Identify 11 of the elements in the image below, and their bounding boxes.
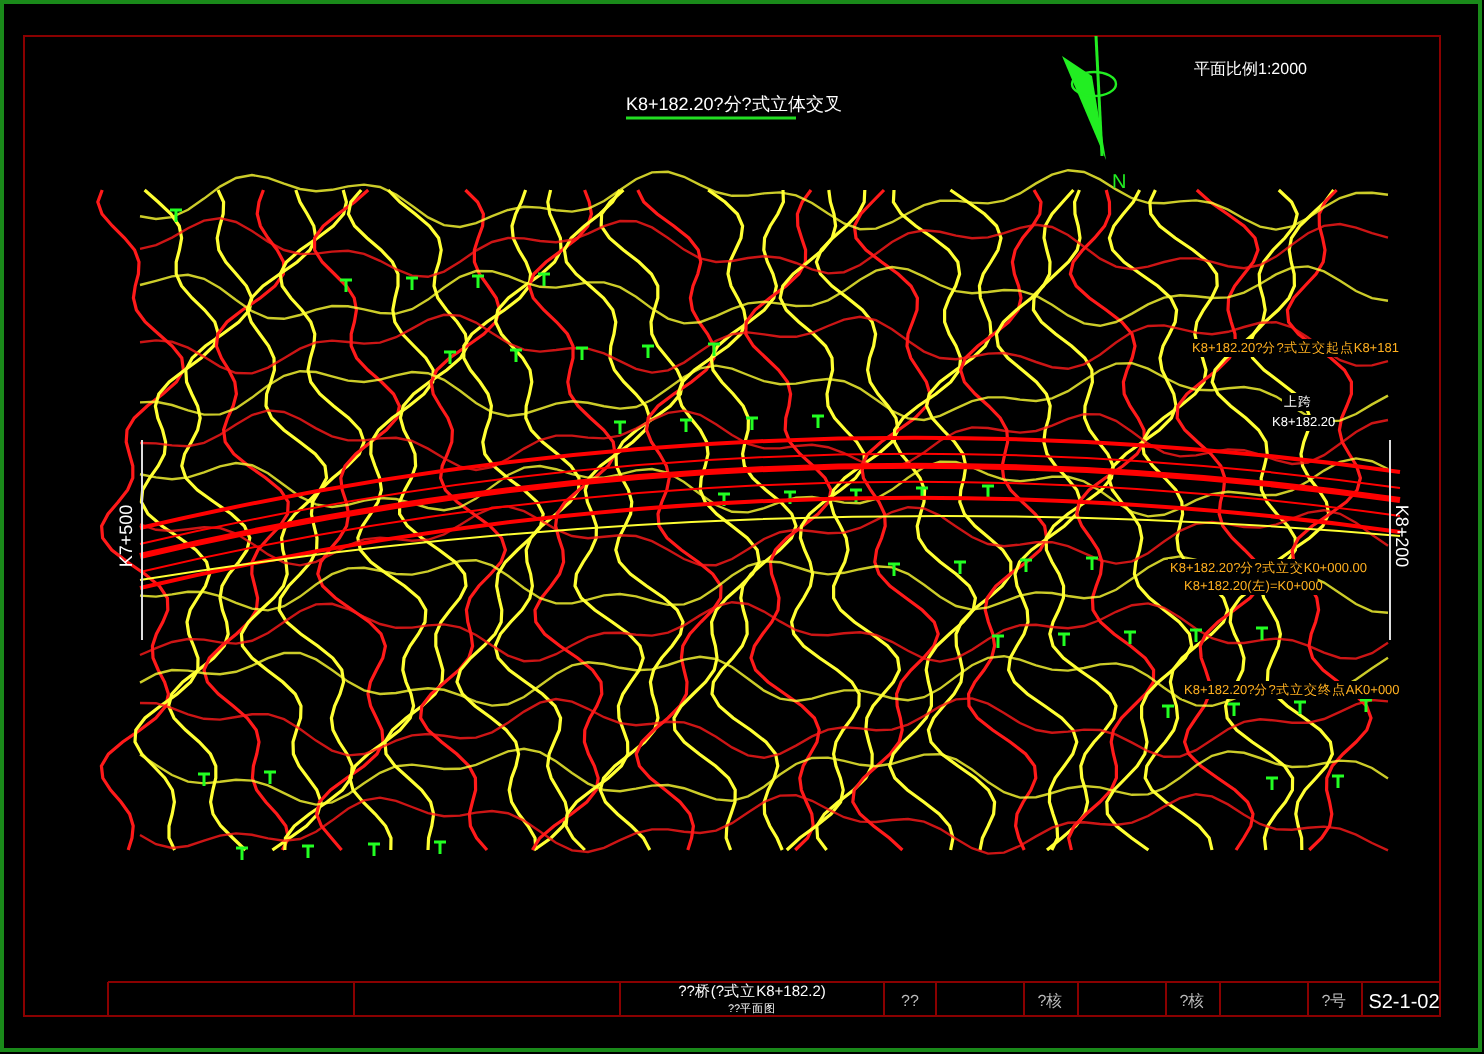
drawing-title: K8+182.20?分?式立体交叉 [626,94,842,114]
north-arrow-icon [1062,35,1118,160]
north-label: N [1112,172,1127,194]
title-block-label: ?核 [1179,992,1205,1010]
station-label: K8+200 [1392,504,1412,568]
title-block-label: ?核 [1037,992,1063,1010]
title-block-label: ?号 [1321,992,1347,1010]
scale-note: 平面比例1:2000 [1194,60,1307,78]
sheet-number: S2-1-02 [1368,992,1440,1014]
title-block-label: ?? [901,992,919,1010]
station-label: K7+500 [116,504,136,568]
